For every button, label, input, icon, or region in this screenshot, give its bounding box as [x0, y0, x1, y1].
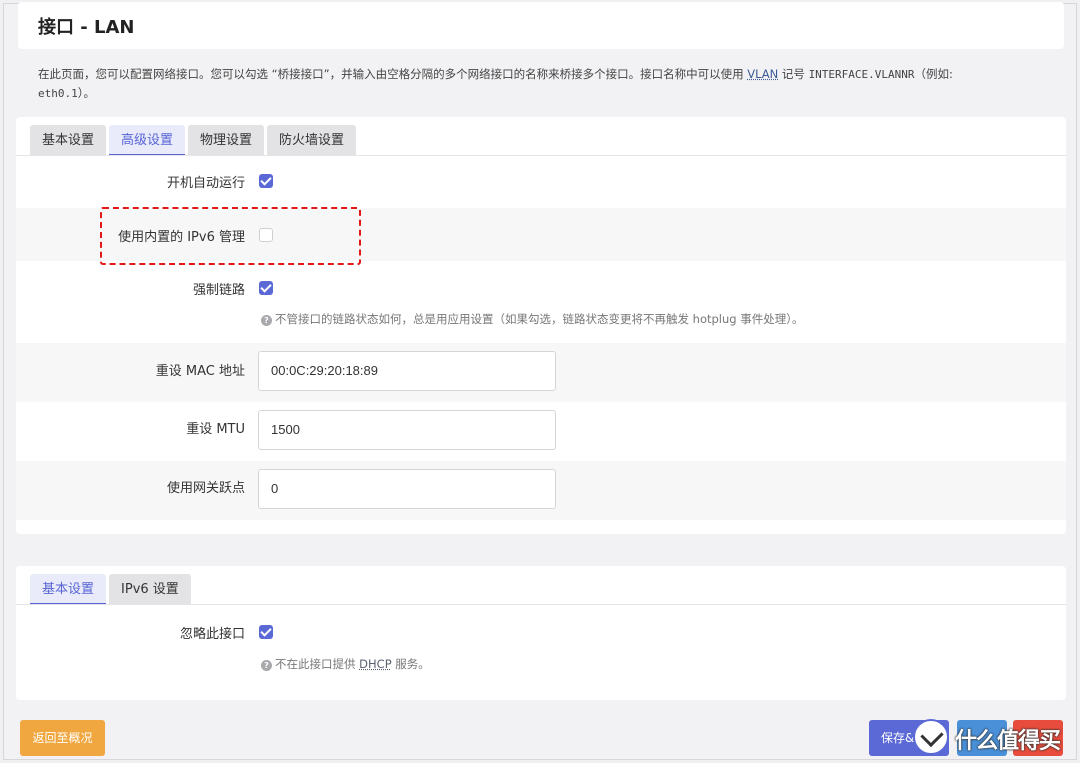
row-gateway-metric: 使用网关跃点 0	[16, 461, 1066, 520]
force-link-hint-text: 不管接口的链路状态如何，总是用应用设置（如果勾选，链路状态变更将不再触发 hot…	[275, 312, 804, 326]
desc-code-2: eth0.1	[38, 87, 78, 100]
force-link-checkbox[interactable]	[259, 281, 273, 295]
page-description: 在此页面，您可以配置网络接口。您可以勾选 “桥接接口”，并输入由空格分隔的多个网…	[38, 65, 1038, 103]
ignore-interface-label: 忽略此接口	[179, 627, 245, 642]
tab-dhcp-ipv6[interactable]: IPv6 设置	[109, 574, 191, 605]
desc-text-2: 记号	[778, 67, 809, 81]
vlan-link[interactable]: VLAN	[747, 67, 778, 81]
interface-settings-panel: 基本设置 高级设置 物理设置 防火墙设置 开机自动运行 使用内置的 IPv6 管…	[16, 117, 1066, 534]
title-bar: 接口 - LAN	[18, 2, 1064, 49]
ipv6-management-checkbox[interactable]	[259, 228, 273, 242]
ignore-interface-checkbox[interactable]	[259, 625, 273, 639]
tab-advanced-settings[interactable]: 高级设置	[109, 125, 186, 156]
watermark-text: 什么值得买	[955, 729, 1061, 754]
ipv6-management-label: 使用内置的 IPv6 管理	[118, 230, 245, 245]
dhcp-settings-panel: 基本设置 IPv6 设置 忽略此接口 ? 不在此接口提供 DHCP 服务。	[16, 566, 1066, 700]
desc-text-3: （例如:	[914, 67, 953, 81]
tabs-divider	[16, 155, 1066, 156]
row-mtu: 重设 MTU 1500	[16, 402, 1066, 461]
dhcp-hint-text-2: 服务。	[391, 657, 430, 671]
gateway-metric-input[interactable]: 0	[258, 469, 556, 509]
dhcp-tabs-divider	[16, 604, 1066, 605]
help-icon: ?	[261, 315, 272, 326]
row-auto-start: 开机自动运行	[16, 157, 1066, 208]
desc-text-4: ）。	[77, 86, 95, 100]
back-to-overview-button[interactable]: 返回至概况	[20, 720, 105, 756]
help-icon: ?	[261, 660, 272, 671]
desc-code-1: INTERFACE.VLANNR	[808, 68, 915, 81]
dhcp-tabs: 基本设置 IPv6 设置	[30, 574, 191, 605]
ignore-interface-hint: ? 不在此接口提供 DHCP 服务。	[261, 656, 430, 672]
interface-tabs: 基本设置 高级设置 物理设置 防火墙设置	[30, 125, 357, 156]
desc-text-1: 在此页面，您可以配置网络接口。您可以勾选 “桥接接口”，并输入由空格分隔的多个网…	[38, 67, 748, 81]
mac-address-label: 重设 MAC 地址	[155, 364, 245, 379]
dhcp-link[interactable]: DHCP	[359, 657, 391, 671]
tab-basic-settings[interactable]: 基本设置	[30, 125, 107, 156]
auto-start-label: 开机自动运行	[166, 176, 245, 191]
row-ipv6-management: 使用内置的 IPv6 管理	[16, 208, 1066, 261]
force-link-label: 强制链路	[192, 283, 245, 298]
mtu-input[interactable]: 1500	[258, 410, 556, 450]
tab-firewall-settings[interactable]: 防火墙设置	[267, 125, 357, 156]
page-title: 接口 - LAN	[38, 17, 135, 38]
tab-dhcp-basic[interactable]: 基本设置	[30, 574, 107, 605]
watermark-logo-icon	[913, 719, 949, 755]
row-mac-address: 重设 MAC 地址 00:0C:29:20:18:89	[16, 343, 1066, 402]
gateway-metric-label: 使用网关跃点	[166, 481, 245, 496]
tab-physical-settings[interactable]: 物理设置	[188, 125, 265, 156]
mac-address-input[interactable]: 00:0C:29:20:18:89	[258, 351, 556, 391]
force-link-hint: ? 不管接口的链路状态如何，总是用应用设置（如果勾选，链路状态变更将不再触发 ho…	[261, 311, 803, 327]
auto-start-checkbox[interactable]	[259, 174, 273, 188]
mtu-label: 重设 MTU	[186, 422, 245, 437]
row-force-link: 强制链路 ? 不管接口的链路状态如何，总是用应用设置（如果勾选，链路状态变更将不再…	[16, 261, 1066, 343]
row-ignore-interface: 忽略此接口 ? 不在此接口提供 DHCP 服务。	[16, 606, 1066, 696]
dhcp-hint-text-1: 不在此接口提供	[275, 657, 360, 671]
